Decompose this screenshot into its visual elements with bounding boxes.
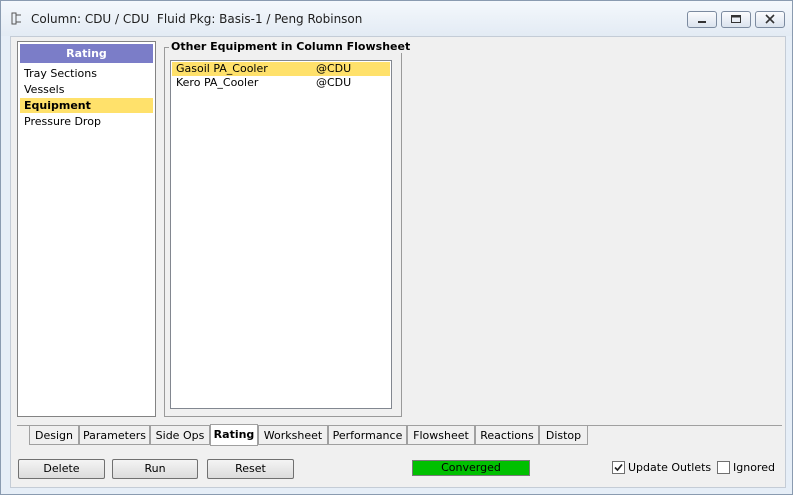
column-window-icon (11, 12, 23, 25)
tab-rating[interactable]: Rating (210, 424, 258, 446)
nav-item-vessels[interactable]: Vessels (20, 82, 153, 97)
update-outlets-label: Update Outlets (628, 461, 712, 474)
equipment-location: @CDU (316, 76, 352, 89)
list-item[interactable]: Kero PA_Cooler @CDU (172, 76, 390, 90)
equipment-group-title: Other Equipment in Column Flowsheet (169, 40, 413, 53)
rating-nav-panel: Rating Tray Sections Vessels Equipment P… (17, 41, 156, 417)
tab-performance[interactable]: Performance (328, 426, 407, 445)
tab-distop[interactable]: Distop (539, 426, 588, 445)
ignored-checkbox[interactable] (717, 461, 730, 474)
tab-parameters[interactable]: Parameters (79, 426, 150, 445)
run-button[interactable]: Run (112, 459, 198, 479)
equipment-name: Gasoil PA_Cooler (176, 62, 268, 75)
tab-side-ops[interactable]: Side Ops (150, 426, 210, 445)
close-button[interactable] (755, 11, 785, 28)
maximize-button[interactable] (721, 11, 751, 28)
update-outlets-checkbox[interactable] (612, 461, 625, 474)
nav-item-equipment[interactable]: Equipment (20, 98, 153, 113)
check-icon (614, 463, 623, 472)
nav-item-tray-sections[interactable]: Tray Sections (20, 66, 153, 81)
list-item[interactable]: Gasoil PA_Cooler @CDU (172, 62, 390, 76)
tab-reactions[interactable]: Reactions (475, 426, 539, 445)
delete-button[interactable]: Delete (18, 459, 105, 479)
close-icon (765, 14, 775, 24)
equipment-location: @CDU (316, 62, 352, 75)
equipment-list[interactable]: Gasoil PA_Cooler @CDU Kero PA_Cooler @CD… (170, 60, 392, 409)
window-title: Column: CDU / CDU Fluid Pkg: Basis-1 / P… (31, 12, 363, 26)
minimize-icon (698, 21, 706, 23)
tab-flowsheet[interactable]: Flowsheet (407, 426, 475, 445)
nav-header: Rating (20, 44, 153, 63)
maximize-icon (731, 15, 741, 23)
title-bar[interactable]: Column: CDU / CDU Fluid Pkg: Basis-1 / P… (1, 1, 792, 36)
nav-item-pressure-drop[interactable]: Pressure Drop (20, 114, 153, 129)
tab-worksheet[interactable]: Worksheet (258, 426, 328, 445)
reset-button[interactable]: Reset (207, 459, 294, 479)
tab-design[interactable]: Design (29, 426, 79, 445)
equipment-name: Kero PA_Cooler (176, 76, 259, 89)
minimize-button[interactable] (687, 11, 717, 28)
status-badge: Converged (412, 460, 530, 476)
ignored-label: Ignored (733, 461, 775, 474)
